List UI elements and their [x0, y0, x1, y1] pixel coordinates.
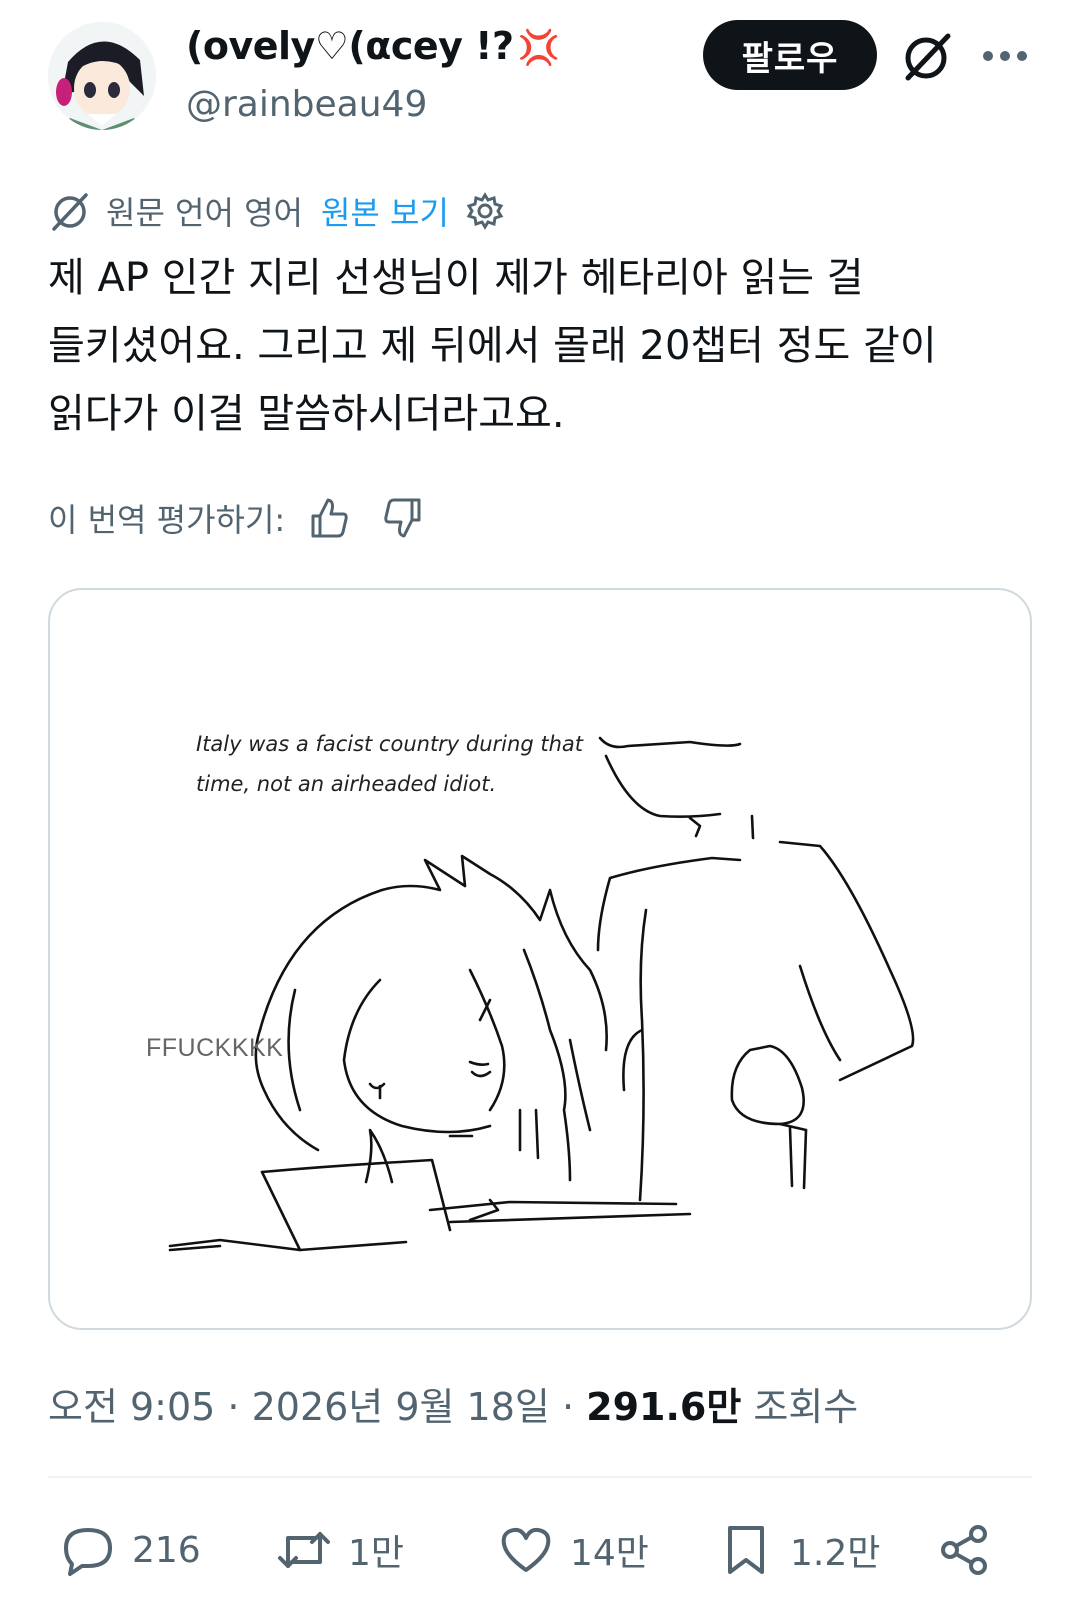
- translation-info: 원문 언어 영어 원본 보기: [48, 186, 505, 236]
- reply-icon: [64, 1528, 112, 1576]
- avatar-image: [48, 22, 156, 130]
- tweet-header: (ovely♡(αcey !? 💢 @rainbeau49 팔로우: [0, 0, 1080, 150]
- gear-icon[interactable]: [465, 191, 505, 231]
- rate-translation: 이 번역 평가하기:: [48, 490, 425, 546]
- grok-translate-icon: [52, 193, 88, 231]
- thumbs-up-icon[interactable]: [307, 496, 351, 540]
- share-icon: [941, 1525, 987, 1575]
- meta-separator: ·: [215, 1385, 252, 1429]
- meta-separator: ·: [549, 1385, 587, 1429]
- comic-sfx-text: FFUCKKKK: [146, 1034, 284, 1062]
- action-bar: 216 1만 14만 1.2만: [0, 1510, 1080, 1590]
- anger-emoji: 💢: [517, 28, 560, 68]
- display-name[interactable]: (ovely♡(αcey !? 💢: [186, 24, 560, 68]
- divider: [48, 1476, 1032, 1478]
- thumbs-down-icon[interactable]: [381, 496, 425, 540]
- like-count: 14만: [570, 1533, 649, 1574]
- like-button[interactable]: 14만: [498, 1510, 649, 1590]
- views-count: 291.6만: [586, 1385, 742, 1429]
- avatar[interactable]: [48, 22, 156, 130]
- heart-icon: [501, 1527, 551, 1572]
- bookmark-icon: [728, 1526, 764, 1574]
- tweet-date[interactable]: 2026년 9월 18일: [252, 1385, 550, 1429]
- reply-count: 216: [132, 1529, 201, 1571]
- show-original-link[interactable]: 원본 보기: [321, 188, 449, 234]
- media-image[interactable]: Italy was a facist country during that t…: [48, 588, 1032, 1330]
- views-label: 조회수: [753, 1385, 859, 1429]
- follow-button[interactable]: 팔로우: [703, 20, 877, 90]
- comic-caption-line-2: time, not an airheaded idiot.: [196, 772, 497, 796]
- repost-count: 1만: [348, 1533, 405, 1574]
- bookmark-button[interactable]: 1.2만: [718, 1510, 880, 1590]
- tweet-time[interactable]: 오전 9:05: [48, 1385, 215, 1429]
- reply-button[interactable]: 216: [60, 1510, 201, 1590]
- source-language-label: 원문 언어 영어: [106, 194, 303, 232]
- rate-translation-label: 이 번역 평가하기:: [48, 501, 286, 539]
- repost-icon: [278, 1532, 330, 1568]
- bookmark-count: 1.2만: [790, 1533, 881, 1574]
- tweet-text: 제 AP 인간 지리 선생님이 제가 헤타리아 읽는 걸 들키셨어요. 그리고 …: [48, 255, 937, 437]
- display-name-text: (ovely♡(αcey !?: [186, 24, 514, 68]
- repost-button[interactable]: 1만: [276, 1510, 404, 1590]
- user-handle[interactable]: @rainbeau49: [186, 84, 427, 125]
- share-button[interactable]: [936, 1510, 1008, 1590]
- tweet-meta: 오전 9:05 · 2026년 9월 18일 · 291.6만 조회수: [48, 1376, 858, 1431]
- grok-icon[interactable]: [900, 30, 954, 84]
- comic-caption-line-1: Italy was a facist country during that: [196, 732, 583, 756]
- comic-drawing: [168, 736, 915, 1252]
- more-options-icon[interactable]: [980, 38, 1030, 74]
